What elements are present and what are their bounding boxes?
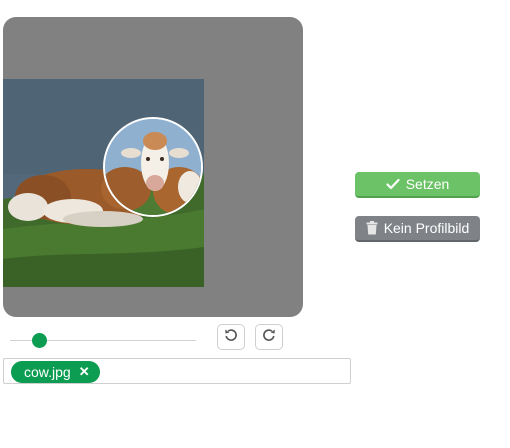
crop-area[interactable]	[3, 17, 303, 317]
checkmark-icon	[386, 178, 400, 190]
crop-circle-preview[interactable]	[103, 117, 203, 217]
file-upload-field[interactable]: cow.jpg ✕	[3, 358, 351, 384]
rotate-left-icon	[224, 328, 238, 347]
rotate-right-icon	[262, 328, 276, 347]
rotate-left-button[interactable]	[217, 324, 245, 350]
zoom-slider-thumb[interactable]	[32, 333, 47, 348]
remove-file-icon[interactable]: ✕	[79, 364, 90, 380]
zoom-slider[interactable]	[10, 332, 196, 350]
rotate-right-button[interactable]	[255, 324, 283, 350]
set-button[interactable]: Setzen	[355, 172, 480, 198]
no-profile-picture-button[interactable]: Kein Profilbild	[355, 216, 480, 242]
file-chip: cow.jpg ✕	[11, 361, 100, 383]
trash-icon	[366, 221, 378, 235]
set-button-label: Setzen	[405, 176, 450, 192]
no-profile-picture-label: Kein Profilbild	[383, 220, 470, 236]
file-name: cow.jpg	[24, 364, 71, 380]
